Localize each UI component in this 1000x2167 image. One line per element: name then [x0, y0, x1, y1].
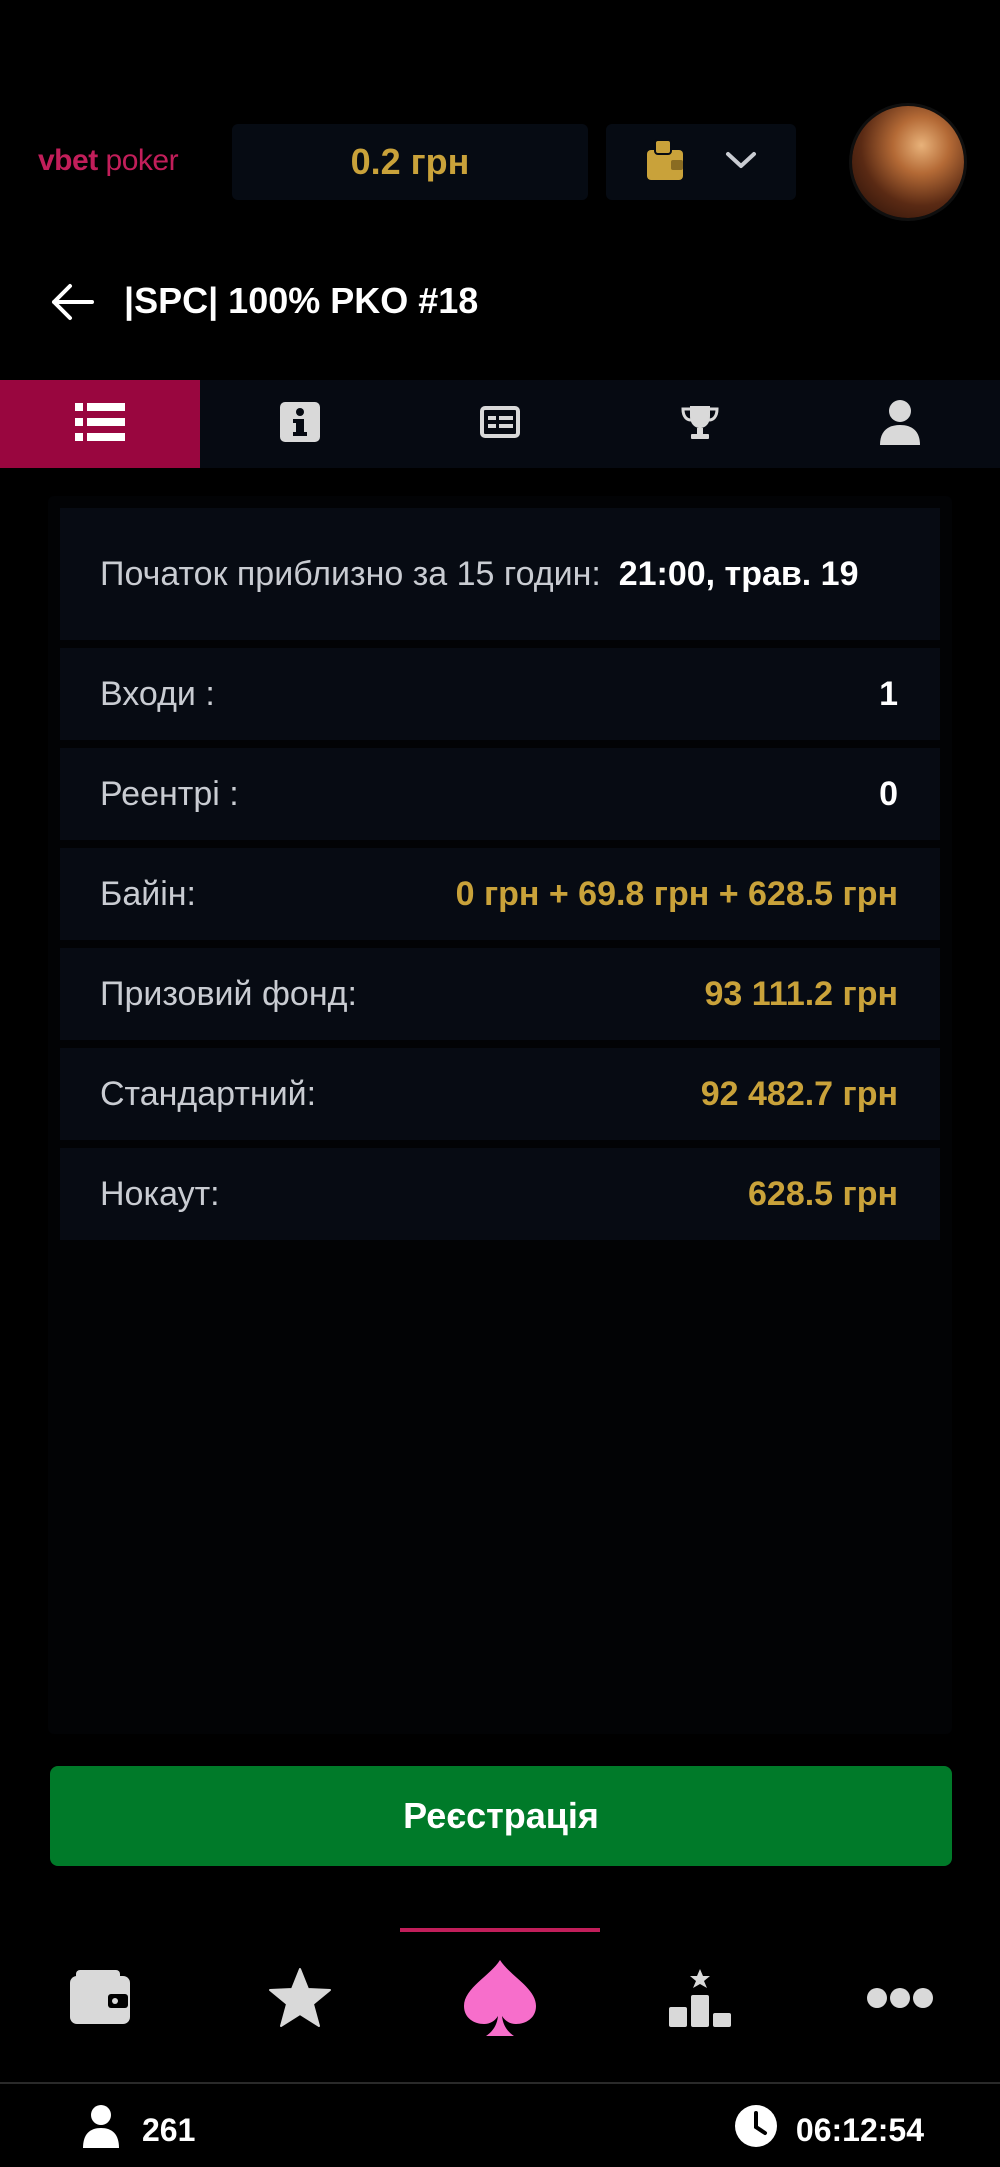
title-bar: |SPC| 100% PKO #18 [0, 262, 1000, 342]
start-value: 21:00, трав. 19 [618, 555, 859, 593]
nav-poker[interactable] [400, 1940, 600, 2060]
knockout-value: 628.5 грн [748, 1174, 898, 1213]
entries-value: 1 [879, 674, 898, 713]
wallet-icon [68, 1969, 132, 2031]
chevron-down-icon [725, 150, 757, 175]
table-card-icon [480, 405, 520, 443]
standard-label: Стандартний: [100, 1075, 317, 1113]
trophy-icon [680, 404, 720, 445]
list-icon [75, 401, 125, 448]
reentries-value: 0 [879, 774, 898, 813]
tab-overview[interactable] [0, 380, 200, 468]
tab-tables[interactable] [400, 380, 600, 468]
active-nav-indicator [400, 1928, 600, 1932]
vbet-poker-logo[interactable]: vbet poker [38, 144, 179, 178]
bottom-nav [0, 1940, 1000, 2080]
leaderboard-icon [667, 1968, 733, 2032]
clock-icon [734, 2104, 778, 2156]
entries-label: Входи : [100, 675, 215, 713]
players-count: 261 [142, 2111, 196, 2148]
logo-brand-text: vbet [38, 144, 98, 177]
status-bar: 261 06:12:54 [0, 2084, 1000, 2167]
nav-more[interactable] [800, 1940, 1000, 2060]
tab-prizes[interactable] [600, 380, 800, 468]
balance-display[interactable]: 0.2 грн [232, 124, 588, 200]
wallet-icon [645, 138, 685, 187]
server-clock: 06:12:54 [734, 2104, 924, 2156]
nav-cashier[interactable] [0, 1940, 200, 2060]
start-label: Початок приблизно за 15 годин: [100, 555, 601, 593]
info-row-entries: Входи : 1 [60, 648, 940, 740]
logo-product-text: poker [105, 144, 179, 177]
top-header: vbet poker 0.2 грн [0, 100, 1000, 225]
knockout-label: Нокаут: [100, 1175, 220, 1213]
spade-icon [460, 1958, 540, 2043]
user-icon [82, 2104, 120, 2156]
info-row-prize-pool: Призовий фонд: 93 111.2 грн [60, 948, 940, 1040]
more-icon [867, 1987, 933, 2014]
tournament-info-panel: Початок приблизно за 15 годин: 21:00, тр… [48, 496, 952, 1734]
register-button[interactable]: Реєстрація [50, 1766, 952, 1866]
prize-pool-value: 93 111.2 грн [704, 974, 898, 1013]
info-row-start: Початок приблизно за 15 годин: 21:00, тр… [60, 508, 940, 640]
info-row-standard: Стандартний: 92 482.7 грн [60, 1048, 940, 1140]
buyin-label: Байін: [100, 875, 196, 913]
prize-pool-label: Призовий фонд: [100, 975, 357, 1013]
tab-players[interactable] [800, 380, 1000, 468]
info-row-buyin: Байін: 0 грн + 69.8 грн + 628.5 грн [60, 848, 940, 940]
info-row-knockout: Нокаут: 628.5 грн [60, 1148, 940, 1240]
tournament-tabs [0, 380, 1000, 468]
reentries-label: Реентрі : [100, 775, 239, 813]
tab-info[interactable] [200, 380, 400, 468]
arrow-left-icon[interactable] [48, 278, 96, 326]
buyin-value: 0 грн + 69.8 грн + 628.5 грн [455, 874, 898, 913]
info-row-reentries: Реентрі : 0 [60, 748, 940, 840]
standard-value: 92 482.7 грн [700, 1074, 898, 1113]
wallet-selector[interactable] [606, 124, 796, 200]
tournament-title: |SPC| 100% PKO #18 [124, 280, 479, 321]
clock-time: 06:12:54 [795, 2111, 924, 2148]
info-icon [280, 401, 320, 447]
star-icon [268, 1967, 332, 2034]
user-icon [879, 399, 921, 450]
online-players: 261 [82, 2104, 195, 2156]
user-avatar[interactable] [852, 106, 964, 218]
nav-favorites[interactable] [200, 1940, 400, 2060]
nav-leaderboard[interactable] [600, 1940, 800, 2060]
